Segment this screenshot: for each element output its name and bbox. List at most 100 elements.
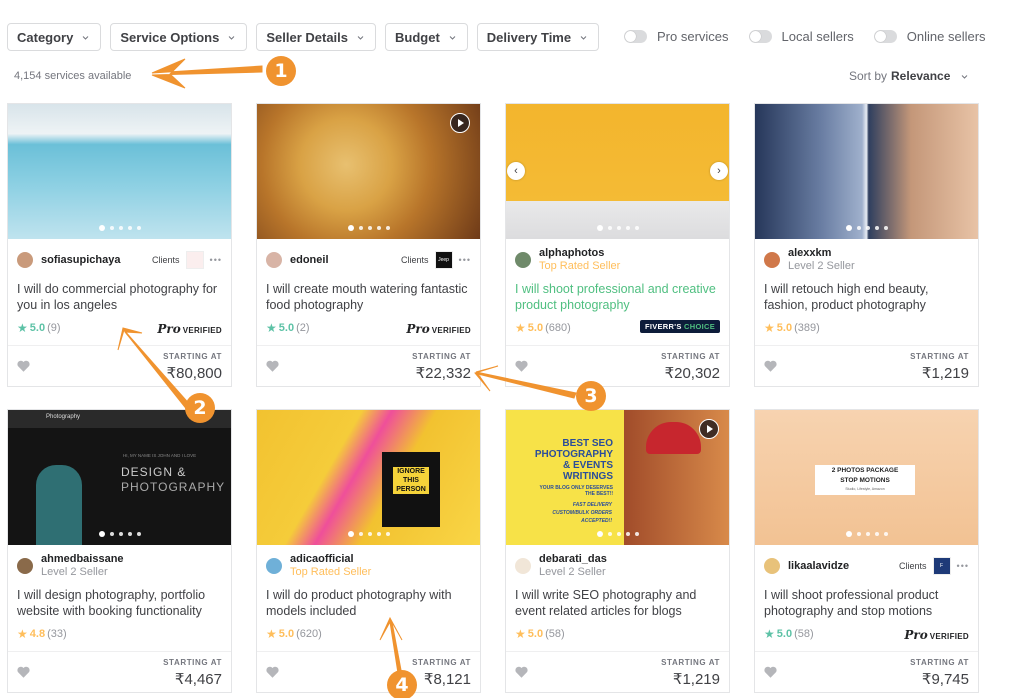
play-icon[interactable] <box>450 113 470 133</box>
seller-name[interactable]: likaalavidze <box>788 560 849 573</box>
client-logo[interactable]: F <box>932 557 951 575</box>
gig-price: ₹4,467 <box>174 671 222 688</box>
gig-thumbnail[interactable]: ‹ › <box>506 104 729 239</box>
gig-footer: STARTING AT ₹20,302 <box>506 345 729 386</box>
toggle-switch[interactable] <box>748 30 772 43</box>
gig-thumbnail[interactable]: BEST SEO PHOTOGRAPHY & EVENTS WRITINGS Y… <box>506 410 729 545</box>
filter-delivery-time[interactable]: Delivery Time <box>476 23 600 51</box>
rating-value: 5.0 <box>278 628 295 640</box>
seller-level: Top Rated Seller <box>539 260 621 272</box>
heart-icon[interactable] <box>515 360 528 372</box>
client-logo[interactable]: Jeep <box>434 251 453 269</box>
gig-title[interactable]: I will create mouth watering fantastic f… <box>266 281 471 313</box>
filter-seller-details[interactable]: Seller Details <box>256 23 376 51</box>
review-count: (58) <box>794 628 814 640</box>
gig-thumbnail[interactable] <box>755 104 978 239</box>
gig-thumbnail[interactable]: Photography HI, MY NAME IS JOHN AND I LO… <box>8 410 231 545</box>
avatar[interactable] <box>17 558 33 574</box>
carousel-dots[interactable] <box>347 531 390 537</box>
rating-value: 5.0 <box>278 322 295 334</box>
heart-icon[interactable] <box>764 360 777 372</box>
heart-icon[interactable] <box>515 666 528 678</box>
seller-name[interactable]: adicaofficial <box>290 553 371 566</box>
gig-rating: ★ 5.0 (2) <box>266 321 310 335</box>
seller-name[interactable]: alexxkm <box>788 247 855 260</box>
avatar[interactable] <box>515 558 531 574</box>
carousel-dots[interactable] <box>347 225 390 231</box>
gig-thumbnail[interactable]: IGNORE THIS PERSON <box>257 410 480 545</box>
play-icon[interactable] <box>699 419 719 439</box>
avatar[interactable] <box>266 252 282 268</box>
gig-title[interactable]: I will retouch high end beauty, fashion,… <box>764 281 969 313</box>
gig-title[interactable]: I will design photography, portfolio web… <box>17 587 222 619</box>
gig-thumbnail[interactable] <box>257 104 480 239</box>
toggle-pro-services[interactable]: Pro services <box>624 29 729 44</box>
gig-title[interactable]: I will shoot professional and creative p… <box>515 281 720 313</box>
avatar[interactable] <box>764 558 780 574</box>
more-options-icon[interactable]: ••• <box>210 255 222 265</box>
gig-title[interactable]: I will shoot professional product photog… <box>764 587 969 619</box>
filter-budget[interactable]: Budget <box>385 23 468 51</box>
gig-card[interactable]: ‹ › alphaphotos Top Rated Seller I will s… <box>505 103 730 387</box>
gig-card[interactable]: IGNORE THIS PERSON adicaofficial Top Rat… <box>256 409 481 693</box>
gig-card[interactable]: 2 PHOTOS PACKAGE STOP MOTIONS Studio, Li… <box>754 409 979 693</box>
gig-footer: STARTING AT ₹4,467 <box>8 651 231 692</box>
carousel-dots[interactable] <box>845 531 888 537</box>
gig-card[interactable]: BEST SEO PHOTOGRAPHY & EVENTS WRITINGS Y… <box>505 409 730 693</box>
more-options-icon[interactable]: ••• <box>459 255 471 265</box>
star-icon: ★ <box>764 321 775 335</box>
heart-icon[interactable] <box>764 666 777 678</box>
sort-value: Relevance <box>891 69 951 83</box>
seller-name[interactable]: edoneil <box>290 254 329 267</box>
carousel-dots[interactable] <box>98 225 141 231</box>
seller-name[interactable]: alphaphotos <box>539 247 620 260</box>
thumb-headline: PHOTOGRAPHY <box>121 480 226 494</box>
seller-info: adicaofficial Top Rated Seller <box>266 551 471 581</box>
seller-name[interactable]: debarati_das <box>539 553 607 566</box>
avatar[interactable] <box>17 252 33 268</box>
gig-thumbnail[interactable] <box>8 104 231 239</box>
filter-label: Seller Details <box>266 29 348 45</box>
starting-at-label: STARTING AT <box>910 352 969 361</box>
gig-price: ₹20,302 <box>664 365 720 382</box>
seller-name[interactable]: ahmedbaissane <box>41 553 124 566</box>
toggle-switch[interactable] <box>624 30 647 43</box>
gig-card[interactable]: edoneil Clients Jeep ••• I will create m… <box>256 103 481 387</box>
toggle-switch[interactable] <box>873 30 897 43</box>
seller-level: Level 2 Seller <box>539 566 606 578</box>
clients-label: Clients <box>401 255 429 265</box>
client-logo[interactable] <box>185 251 204 269</box>
heart-icon[interactable] <box>266 666 279 678</box>
heart-icon[interactable] <box>17 360 30 372</box>
gig-title[interactable]: I will do commercial photography for you… <box>17 281 222 313</box>
more-options-icon[interactable]: ••• <box>957 561 969 571</box>
carousel-prev-button[interactable]: ‹ <box>507 162 525 180</box>
sort-dropdown[interactable]: Sort by Relevance <box>849 69 969 83</box>
gig-title[interactable]: I will do product photography with model… <box>266 587 471 619</box>
pro-verified-badge: Pro VERIFIED <box>904 628 969 642</box>
seller-level: Top Rated Seller <box>290 566 372 578</box>
gig-thumbnail[interactable]: 2 PHOTOS PACKAGE STOP MOTIONS Studio, Li… <box>755 410 978 545</box>
gig-title[interactable]: I will write SEO photography and event r… <box>515 587 720 619</box>
heart-icon[interactable] <box>17 666 30 678</box>
review-count: (9) <box>47 322 61 334</box>
gig-card[interactable]: sofiasupichaya Clients ••• I will do com… <box>7 103 232 387</box>
gig-card[interactable]: Photography HI, MY NAME IS JOHN AND I LO… <box>7 409 232 693</box>
carousel-next-button[interactable]: › <box>710 162 728 180</box>
chevron-down-icon <box>960 72 969 81</box>
heart-icon[interactable] <box>266 360 279 372</box>
avatar[interactable] <box>515 252 531 268</box>
filter-service-options[interactable]: Service Options <box>110 23 248 51</box>
toggle-local-sellers[interactable]: Local sellers <box>748 29 854 44</box>
carousel-dots[interactable] <box>98 531 141 537</box>
gig-card[interactable]: alexxkm Level 2 Seller I will retouch hi… <box>754 103 979 387</box>
carousel-dots[interactable] <box>596 531 639 537</box>
avatar[interactable] <box>764 252 780 268</box>
seller-name[interactable]: sofiasupichaya <box>41 254 120 267</box>
filter-category[interactable]: Category <box>7 23 102 51</box>
avatar[interactable] <box>266 558 282 574</box>
carousel-dots[interactable] <box>596 225 639 231</box>
carousel-dots[interactable] <box>845 225 888 231</box>
gig-rating: ★ 5.0 (680) <box>515 321 571 335</box>
toggle-online-sellers[interactable]: Online sellers <box>873 29 986 44</box>
